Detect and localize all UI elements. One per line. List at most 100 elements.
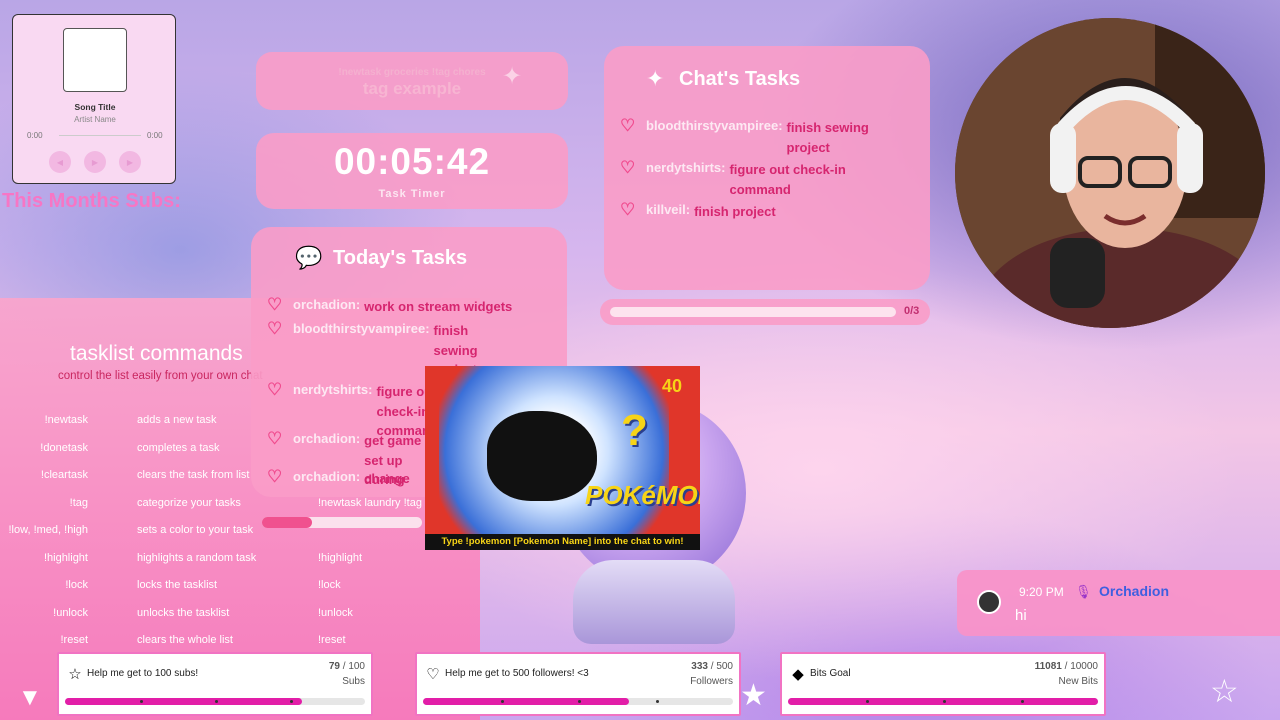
command-description: highlights a random task bbox=[137, 551, 257, 564]
time-current: 0:00 bbox=[27, 131, 43, 140]
chat-text: hi bbox=[1015, 607, 1027, 624]
task-user: orchadion: bbox=[293, 469, 361, 484]
today-progress-bar bbox=[262, 517, 422, 528]
goal-label: Help me get to 500 followers! <3 bbox=[445, 668, 589, 679]
goal-progress-fill bbox=[423, 698, 630, 705]
prev-icon: ◀ bbox=[56, 157, 64, 167]
command-description: clears the whole list bbox=[137, 634, 233, 646]
next-button[interactable]: ▶ bbox=[119, 151, 141, 173]
command-name: !lock bbox=[65, 579, 88, 591]
task-row: ♡ killveil: finish project bbox=[620, 200, 926, 222]
goal-count: 333 / 500 bbox=[691, 661, 733, 672]
task-user: killveil: bbox=[646, 202, 691, 217]
goal-unit: Followers bbox=[690, 676, 733, 687]
sparkle-icon: ✦ bbox=[646, 66, 665, 91]
prev-button[interactable]: ◀ bbox=[49, 151, 71, 173]
heart-icon: ♡ bbox=[620, 158, 636, 177]
chat-username: Orchadion bbox=[1099, 583, 1170, 599]
task-user: nerdytshirts: bbox=[293, 382, 373, 397]
command-name: !reset bbox=[60, 634, 88, 646]
sparkle-icon: ✦ bbox=[502, 63, 523, 90]
chat-message: 9:20 PM 🎙 Orchadion hi bbox=[957, 570, 1280, 636]
goal-label: Bits Goal bbox=[810, 668, 851, 679]
star-icon: ★ bbox=[740, 679, 767, 712]
heart-icon: ♡ bbox=[267, 380, 283, 399]
bits-icon: ◆ bbox=[792, 666, 804, 683]
task-row: ♡ orchadion: work on stream widgets bbox=[267, 295, 563, 317]
command-example: !reset bbox=[318, 634, 346, 646]
heart-icon: ♡ bbox=[620, 200, 636, 219]
artist-name: Artist Name bbox=[74, 115, 116, 124]
goal-milestone-tick bbox=[215, 700, 218, 703]
command-example: !newtask laundry !tag bbox=[318, 496, 422, 509]
subs-title: This Months Subs: bbox=[2, 190, 181, 212]
album-art bbox=[63, 28, 127, 92]
task-text: figure out check-in command bbox=[729, 162, 846, 197]
pokemon-silhouette bbox=[487, 411, 597, 501]
command-example: !highlight bbox=[318, 551, 363, 564]
task-text: finish sewing project bbox=[786, 120, 869, 155]
time-total: 0:00 bbox=[147, 131, 163, 140]
chat-tasks-progress-track bbox=[610, 307, 896, 317]
followers-goal: ♡ Help me get to 500 followers! <3 333 /… bbox=[415, 652, 741, 716]
goal-count: 79 / 100 bbox=[328, 661, 365, 672]
command-description: categorize your tasks bbox=[137, 496, 241, 509]
goal-unit: New Bits bbox=[1058, 676, 1098, 687]
todays-tasks-title: Today's Tasks bbox=[333, 247, 468, 269]
play-icon: ▶ bbox=[91, 157, 99, 167]
command-description: adds a new task bbox=[137, 414, 217, 426]
task-user: orchadion: bbox=[293, 297, 361, 312]
whos-that-pokemon: 40 ? POKéMON Type !pokemon [Pokemon Name… bbox=[425, 366, 700, 550]
task-text: work on stream widgets bbox=[364, 299, 513, 314]
chats-tasks-panel: ✦ Chat's Tasks ♡ bloodthirstyvampiree: fin… bbox=[604, 46, 930, 290]
goal-label: Help me get to 100 subs! bbox=[87, 668, 199, 679]
goal-milestone-tick bbox=[655, 700, 659, 703]
bits-goal: ◆ Bits Goal 11081 / 10000 New Bits bbox=[780, 652, 1106, 716]
heart-icon: ♡ bbox=[426, 666, 440, 683]
command-description: completes a task bbox=[137, 441, 220, 454]
microphone-icon: 🎙 bbox=[1075, 584, 1092, 599]
pokemon-caption: Type !pokemon [Pokemon Name] into the ch… bbox=[425, 534, 700, 550]
chats-tasks-title: Chat's Tasks bbox=[679, 68, 801, 90]
heart-icon: ♡ bbox=[267, 295, 283, 314]
command-description: unlocks the tasklist bbox=[137, 606, 230, 619]
goal-count: 11081 / 10000 bbox=[1034, 661, 1098, 672]
heart-icon: ♡ bbox=[267, 319, 283, 338]
commands-subtitle: control the list easily from your own ch… bbox=[58, 370, 263, 382]
task-user: nerdytshirts: bbox=[646, 160, 726, 175]
song-title: Song Title bbox=[74, 102, 116, 112]
goal-progress-track bbox=[423, 698, 733, 705]
goal-milestone-tick bbox=[943, 700, 946, 703]
command-example: !unlock bbox=[318, 606, 353, 619]
command-name: !tag bbox=[69, 496, 88, 509]
play-button[interactable]: ▶ bbox=[84, 151, 106, 173]
goal-milestone-tick bbox=[865, 700, 869, 703]
question-mark: ? bbox=[621, 406, 648, 455]
goal-milestone-tick bbox=[578, 700, 581, 703]
music-player: Song Title Artist Name 0:00 0:00 ◀ ▶ ▶ bbox=[12, 14, 176, 184]
star-icon: ☆ bbox=[68, 666, 82, 683]
chat-time: 9:20 PM bbox=[1019, 585, 1064, 599]
commands-title: tasklist commands bbox=[70, 342, 243, 365]
command-description: locks the tasklist bbox=[137, 579, 218, 591]
avatar bbox=[977, 590, 1001, 614]
next-icon: ▶ bbox=[126, 157, 134, 167]
chat-tasks-progress: 0/3 bbox=[600, 299, 930, 325]
goal-unit: Subs bbox=[342, 676, 365, 687]
chat-bubble-icon: 💬 bbox=[295, 245, 323, 270]
command-description: clears the task from list bbox=[137, 469, 250, 481]
task-row: ♡ nerdytshirts: figure out check-in comman… bbox=[620, 158, 926, 199]
command-name: !cleartask bbox=[40, 469, 88, 481]
command-name: !highlight bbox=[43, 551, 88, 564]
streamer-image bbox=[955, 18, 1265, 328]
task-user: bloodthirstyvampiree: bbox=[646, 118, 783, 133]
command-name: !unlock bbox=[53, 606, 88, 619]
command-example: !lock bbox=[318, 579, 341, 591]
song-progress-bar[interactable] bbox=[59, 135, 141, 136]
heart-icon: ♡ bbox=[620, 116, 636, 135]
command-description: sets a color to your task bbox=[137, 524, 254, 536]
task-timer-panel: 00:05:42 Task Timer bbox=[256, 133, 568, 209]
goal-progress-track bbox=[65, 698, 365, 705]
goal-progress-track bbox=[788, 698, 1098, 705]
webcam-feed bbox=[955, 18, 1265, 328]
